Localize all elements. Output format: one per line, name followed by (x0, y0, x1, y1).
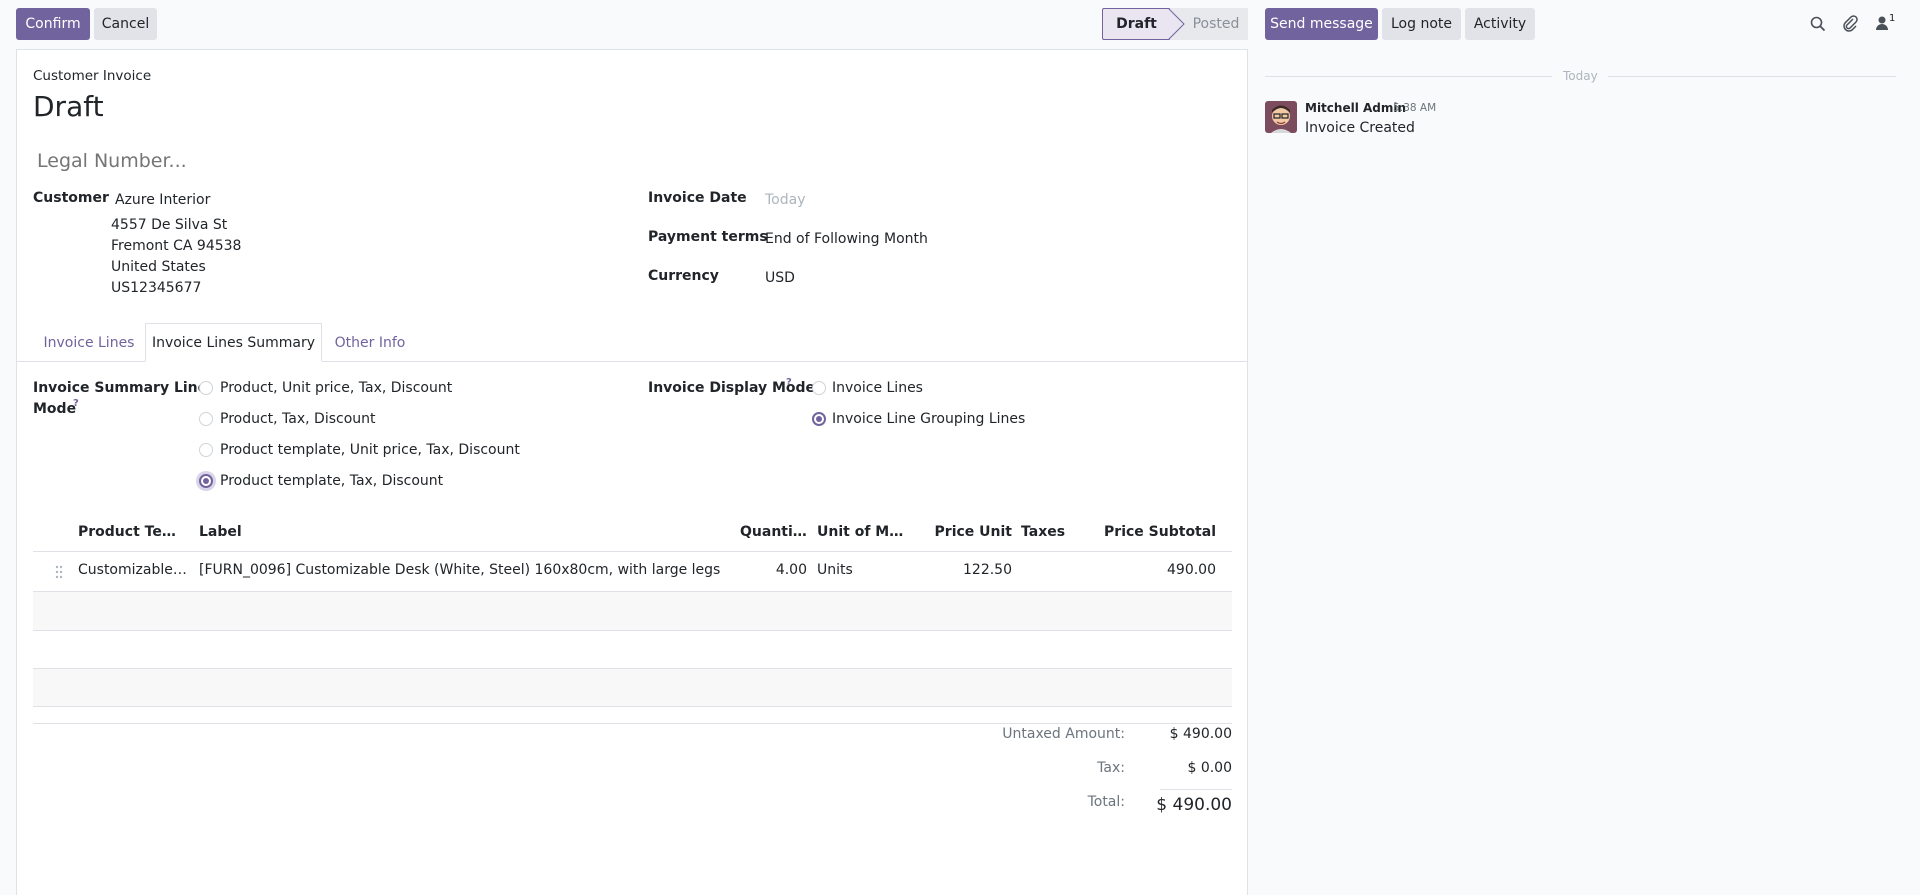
line-mode-label: Invoice Summary Line (33, 380, 208, 396)
cell-unit-of-measure[interactable]: Units (817, 562, 909, 578)
line-mode-option-4[interactable]: Product template, Tax, Discount (220, 473, 443, 489)
follower-count: 1 (1889, 13, 1896, 24)
confirm-button[interactable]: Confirm (16, 8, 90, 40)
display-mode-option-2[interactable]: Invoice Line Grouping Lines (832, 411, 1025, 427)
send-message-button[interactable]: Send message (1265, 8, 1378, 40)
legal-number-input[interactable] (33, 146, 1232, 176)
cancel-button[interactable]: Cancel (94, 8, 157, 40)
payment-terms-field[interactable]: End of Following Month (765, 231, 928, 247)
currency-label: Currency (648, 268, 719, 284)
line-mode-radio-3[interactable] (199, 443, 213, 457)
display-mode-radio-2[interactable] (812, 412, 826, 426)
tab-invoice-lines[interactable]: Invoice Lines (33, 323, 145, 362)
cell-label[interactable]: [FURN_0096] Customizable Desk (White, St… (199, 562, 729, 578)
message-body: Invoice Created (1305, 120, 1415, 136)
table-footer-border (33, 723, 1232, 724)
message-time: 5:38 AM (1393, 102, 1437, 114)
tab-other-info[interactable]: Other Info (322, 323, 418, 362)
status-arrow (1168, 8, 1185, 40)
cell-price-subtotal[interactable]: 490.00 (1100, 562, 1216, 578)
chatter-date-separator: Today (1563, 69, 1598, 83)
address-line-3: United States (111, 259, 206, 275)
line-mode-option-3[interactable]: Product template, Unit price, Tax, Disco… (220, 442, 520, 458)
separator-line-left (1265, 76, 1552, 77)
log-note-button[interactable]: Log note (1382, 8, 1461, 40)
tax-label: Tax: (1097, 760, 1125, 776)
line-mode-radio-2[interactable] (199, 412, 213, 426)
col-price-subtotal[interactable]: Price Subtotal (1100, 524, 1216, 540)
col-price-unit[interactable]: Price Unit (925, 524, 1012, 540)
untaxed-amount-value: $ 490.00 (1169, 726, 1232, 742)
currency-field[interactable]: USD (765, 270, 795, 286)
line-mode-option-2[interactable]: Product, Tax, Discount (220, 411, 376, 427)
customer-label: Customer (33, 190, 109, 206)
untaxed-amount-label: Untaxed Amount: (1002, 726, 1125, 742)
col-product-template[interactable]: Product Templ... (78, 524, 188, 540)
line-mode-label-2: Mode (33, 401, 77, 417)
activity-button[interactable]: Activity (1465, 8, 1535, 40)
cell-quantity[interactable]: 4.00 (740, 562, 807, 578)
row-border (33, 706, 1232, 707)
total-label: Total: (1087, 794, 1125, 810)
paperclip-icon[interactable] (1842, 15, 1858, 32)
search-icon[interactable] (1810, 16, 1826, 32)
document-type: Customer Invoice (33, 68, 152, 84)
tax-value: $ 0.00 (1187, 760, 1232, 776)
invoice-date-label: Invoice Date (648, 190, 747, 206)
col-unit-of-measure[interactable]: Unit of Mea... (817, 524, 909, 540)
message-author[interactable]: Mitchell Admin (1305, 101, 1406, 115)
col-quantity[interactable]: Quantity (740, 524, 807, 540)
empty-row (33, 669, 1232, 706)
page-title: Draft (33, 90, 104, 123)
status-draft[interactable]: Draft (1102, 8, 1170, 40)
avatar[interactable] (1265, 101, 1297, 133)
display-mode-help-icon[interactable]: ? (786, 377, 792, 388)
separator-line-right (1608, 76, 1896, 77)
address-line-2: Fremont CA 94538 (111, 238, 242, 254)
cell-product-template[interactable]: Customizable ... (78, 562, 188, 578)
col-taxes[interactable]: Taxes (1021, 524, 1081, 540)
empty-row (33, 592, 1232, 630)
tab-invoice-lines-summary[interactable]: Invoice Lines Summary (145, 323, 322, 362)
invoice-date-field[interactable]: Today (765, 192, 806, 208)
line-mode-radio-1[interactable] (199, 381, 213, 395)
customer-name[interactable]: Azure Interior (115, 192, 210, 208)
line-mode-help-icon[interactable]: ? (73, 398, 79, 409)
drag-handle-icon[interactable] (55, 565, 63, 579)
followers-icon[interactable] (1875, 15, 1889, 31)
col-label[interactable]: Label (199, 524, 399, 540)
table-header-border (33, 551, 1232, 552)
row-border (33, 630, 1232, 631)
total-divider (1160, 789, 1232, 790)
address-line-1: 4557 De Silva St (111, 217, 228, 233)
line-mode-radio-4[interactable] (199, 474, 213, 488)
display-mode-option-1[interactable]: Invoice Lines (832, 380, 923, 396)
payment-terms-label: Payment terms (648, 229, 768, 245)
display-mode-radio-1[interactable] (812, 381, 826, 395)
cell-price-unit[interactable]: 122.50 (925, 562, 1012, 578)
address-line-4: US12345677 (111, 280, 202, 296)
total-value: $ 490.00 (1156, 795, 1232, 815)
line-mode-option-1[interactable]: Product, Unit price, Tax, Discount (220, 380, 452, 396)
